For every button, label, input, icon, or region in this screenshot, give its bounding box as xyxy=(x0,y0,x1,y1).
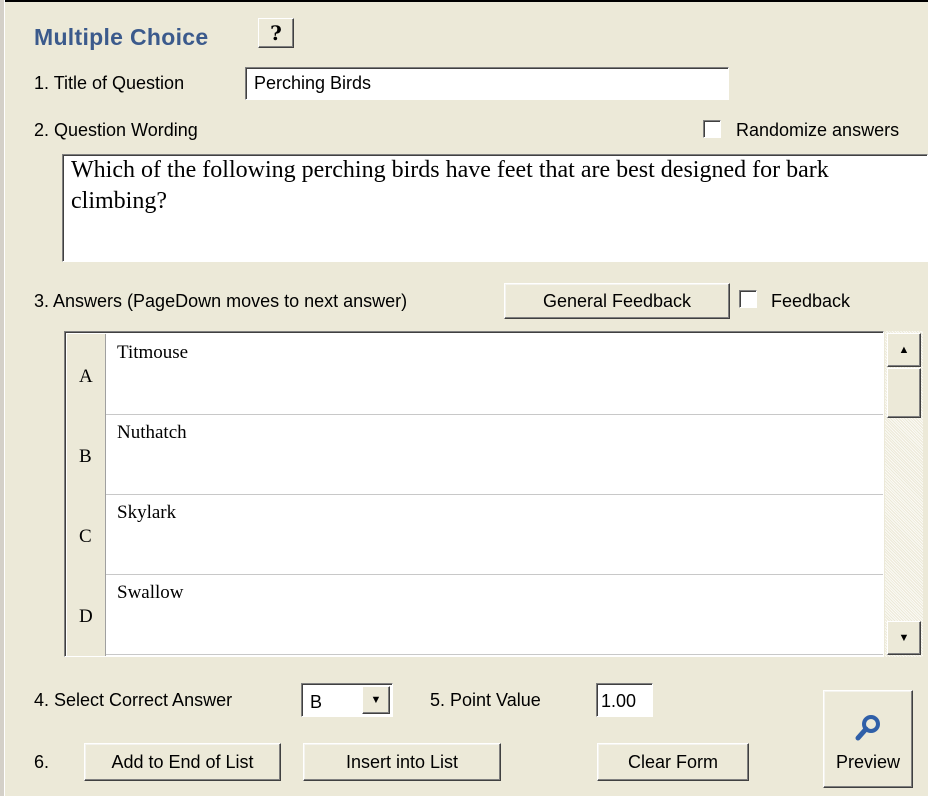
page-title: Multiple Choice xyxy=(34,24,209,50)
preview-button[interactable]: Preview xyxy=(823,690,913,788)
add-to-end-label: Add to End of List xyxy=(111,751,254,772)
step-six-label: 6. xyxy=(34,752,50,772)
correct-answer-value: B xyxy=(310,692,323,712)
help-button[interactable]: ? xyxy=(258,18,294,48)
feedback-checkbox[interactable] xyxy=(739,290,757,308)
answer-letter: B xyxy=(79,446,92,467)
answer-row-a[interactable]: A Titmouse xyxy=(67,334,883,415)
answer-letter-cell: C xyxy=(67,494,106,574)
answers-grid: A Titmouse B Nuthatch C Skylark D Swallo… xyxy=(64,331,884,657)
scroll-thumb[interactable] xyxy=(887,368,921,418)
answer-row-e-partial xyxy=(67,654,883,656)
general-feedback-button[interactable]: General Feedback xyxy=(504,283,730,319)
magnifier-icon xyxy=(851,711,885,750)
chevron-down-icon[interactable]: ▼ xyxy=(362,686,390,714)
question-mark-icon: ? xyxy=(270,21,282,45)
arrow-down-icon: ▼ xyxy=(898,632,910,644)
answers-label: 3. Answers (PageDown moves to next answe… xyxy=(34,291,408,311)
answer-row-d[interactable]: D Swallow xyxy=(67,574,883,655)
randomize-answers-checkbox[interactable] xyxy=(703,120,721,138)
answer-text[interactable]: Skylark xyxy=(117,502,176,524)
insert-into-list-button[interactable]: Insert into List xyxy=(303,743,501,781)
clear-form-label: Clear Form xyxy=(627,751,718,772)
feedback-label: Feedback xyxy=(771,291,851,311)
clear-form-button[interactable]: Clear Form xyxy=(597,743,749,781)
answer-text[interactable]: Swallow xyxy=(117,582,184,604)
select-correct-answer-label: 4. Select Correct Answer xyxy=(34,690,233,710)
question-wording-text: Which of the following perching birds ha… xyxy=(71,157,829,214)
answer-letter: A xyxy=(79,366,93,387)
answer-letter: C xyxy=(79,526,92,547)
title-of-question-label: 1. Title of Question xyxy=(34,73,185,93)
answer-letter-cell: D xyxy=(67,574,106,654)
answer-row-b[interactable]: B Nuthatch xyxy=(67,414,883,495)
preview-label: Preview xyxy=(835,752,901,772)
answer-row-c[interactable]: C Skylark xyxy=(67,494,883,575)
randomize-answers-label: Randomize answers xyxy=(736,120,900,140)
correct-answer-select[interactable]: B ▼ xyxy=(301,683,393,717)
answer-text[interactable]: Nuthatch xyxy=(117,422,187,444)
answer-letter-cell xyxy=(67,654,106,656)
point-value: 1.00 xyxy=(601,691,637,711)
question-wording-label: 2. Question Wording xyxy=(34,120,198,140)
point-value-label: 5. Point Value xyxy=(430,690,541,710)
scroll-up-button[interactable]: ▲ xyxy=(887,333,921,367)
answer-text[interactable]: Titmouse xyxy=(117,342,188,364)
answer-letter-cell: A xyxy=(67,334,106,414)
title-of-question-input[interactable]: Perching Birds xyxy=(245,67,729,100)
answers-scrollbar[interactable]: ▲ ▼ xyxy=(885,331,923,657)
window-top-border xyxy=(0,0,928,2)
arrow-up-icon: ▲ xyxy=(898,344,910,356)
point-value-input[interactable]: 1.00 xyxy=(596,683,653,717)
answer-letter-cell: B xyxy=(67,414,106,494)
insert-into-list-label: Insert into List xyxy=(345,751,459,772)
question-wording-textarea[interactable]: Which of the following perching birds ha… xyxy=(62,154,928,262)
scroll-down-button[interactable]: ▼ xyxy=(887,621,921,655)
add-to-end-button[interactable]: Add to End of List xyxy=(84,743,281,781)
general-feedback-label: General Feedback xyxy=(542,290,692,311)
answer-letter: D xyxy=(79,606,93,627)
title-of-question-value: Perching Birds xyxy=(254,73,372,93)
window-left-border xyxy=(0,0,5,796)
